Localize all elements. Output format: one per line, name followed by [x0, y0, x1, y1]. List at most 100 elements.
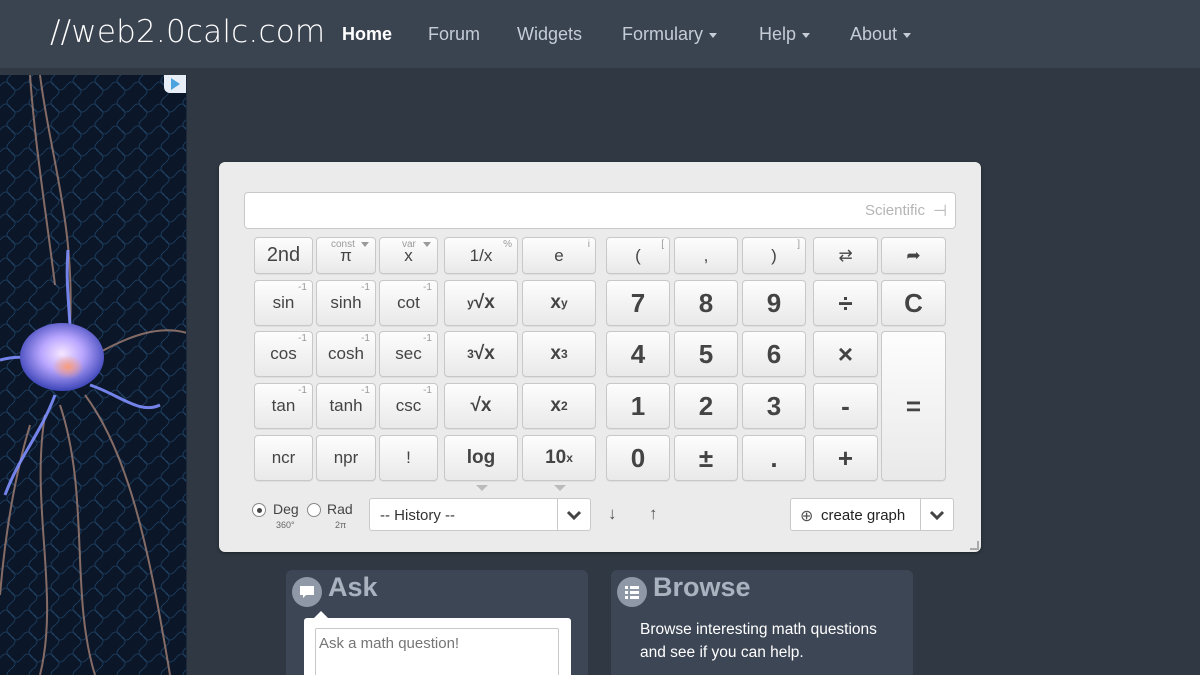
- sin-button[interactable]: -1 sin: [254, 280, 313, 326]
- log-button[interactable]: log: [444, 435, 518, 481]
- divide-button[interactable]: ÷: [813, 280, 878, 326]
- power-y-button[interactable]: xy: [522, 280, 596, 326]
- button-label: 9: [766, 287, 782, 318]
- button-label: 3: [766, 390, 782, 421]
- ten-power-button[interactable]: 10 x: [522, 435, 596, 481]
- nav-help[interactable]: Help: [759, 24, 811, 45]
- list-icon: [617, 577, 647, 607]
- chevron-down-icon: [802, 32, 811, 38]
- digit-2-button[interactable]: 2: [674, 383, 738, 429]
- exponent: 3: [560, 347, 568, 361]
- digit-3-button[interactable]: 3: [742, 383, 806, 429]
- ask-question-input[interactable]: [315, 628, 559, 675]
- bracket-hint: ]: [797, 239, 800, 250]
- rad-radio[interactable]: [307, 503, 321, 517]
- nav-home[interactable]: Home: [342, 24, 392, 45]
- sinh-button[interactable]: -1 sinh: [316, 280, 376, 326]
- history-down-arrow-icon[interactable]: ↓: [608, 504, 617, 524]
- plus-minus-button[interactable]: ±: [674, 435, 738, 481]
- close-paren-button[interactable]: ]): [742, 237, 806, 274]
- nav-about[interactable]: About: [850, 24, 912, 45]
- dropdown-arrow-icon: [361, 242, 369, 247]
- button-label: √x: [473, 343, 495, 364]
- button-label: ±: [698, 442, 714, 473]
- cot-button[interactable]: -1 cot: [379, 280, 438, 326]
- cube-root-button[interactable]: 3 √x: [444, 331, 518, 377]
- chevron-down-icon: [709, 32, 718, 38]
- add-button[interactable]: +: [813, 435, 878, 481]
- yth-root-button[interactable]: y √x: [444, 280, 518, 326]
- navbar: //web2.0calc.com Home Forum Widgets Form…: [0, 0, 1200, 68]
- nav-about-label: About: [850, 24, 898, 44]
- calculator-display[interactable]: Scientific ⊣: [244, 192, 956, 229]
- nav-formulary-label: Formulary: [622, 24, 704, 44]
- nav-formulary[interactable]: Formulary: [622, 24, 718, 45]
- bracket-hint: [: [661, 239, 664, 250]
- npr-button[interactable]: npr: [316, 435, 376, 481]
- digit-0-button[interactable]: 0: [606, 435, 670, 481]
- redo-arrow-icon: ➦: [906, 245, 921, 265]
- nav-forum[interactable]: Forum: [428, 24, 480, 45]
- button-label: tanh: [329, 396, 363, 415]
- digit-1-button[interactable]: 1: [606, 383, 670, 429]
- sec-button[interactable]: -1 sec: [379, 331, 438, 377]
- ad-choices-icon[interactable]: [164, 75, 186, 93]
- clear-button[interactable]: C: [881, 280, 946, 326]
- tan-button[interactable]: -1 tan: [254, 383, 313, 429]
- open-paren-button[interactable]: [(: [606, 237, 670, 274]
- cube-button[interactable]: x3: [522, 331, 596, 377]
- second-function-button[interactable]: 2nd: [254, 237, 313, 274]
- digit-5-button[interactable]: 5: [674, 331, 738, 377]
- create-graph-button[interactable]: ⊕ create graph: [790, 498, 954, 531]
- chevron-down-icon[interactable]: [920, 499, 953, 530]
- digit-8-button[interactable]: 8: [674, 280, 738, 326]
- digit-7-button[interactable]: 7: [606, 280, 670, 326]
- redo-button[interactable]: ➦: [881, 237, 946, 274]
- chevron-down-icon[interactable]: [557, 499, 590, 530]
- square-button[interactable]: x2: [522, 383, 596, 429]
- button-label: √x: [473, 292, 495, 313]
- equals-button[interactable]: =: [881, 331, 946, 481]
- deg-radio[interactable]: [252, 503, 266, 517]
- chevron-down-icon[interactable]: [476, 485, 488, 491]
- imaginary-hint: i: [587, 239, 590, 250]
- button-label: 2: [698, 390, 714, 421]
- reciprocal-button[interactable]: % 1/x: [444, 237, 518, 274]
- button-label: ncr: [271, 448, 296, 467]
- button-label: sin: [272, 293, 295, 312]
- inverse-hint: -1: [361, 333, 370, 344]
- swap-button[interactable]: ⇄: [813, 237, 878, 274]
- csc-button[interactable]: -1 csc: [379, 383, 438, 429]
- digit-4-button[interactable]: 4: [606, 331, 670, 377]
- button-label: 0: [630, 442, 646, 473]
- decimal-point-button[interactable]: .: [742, 435, 806, 481]
- const-hint: const: [331, 239, 355, 250]
- scientific-keypad-icon[interactable]: ⊣: [933, 201, 947, 221]
- button-label: ×: [837, 338, 854, 369]
- subtract-button[interactable]: -: [813, 383, 878, 429]
- history-up-arrow-icon[interactable]: ↑: [649, 504, 658, 524]
- cosh-button[interactable]: -1 cosh: [316, 331, 376, 377]
- site-brand[interactable]: //web2.0calc.com: [50, 14, 325, 50]
- advertisement-banner[interactable]: [0, 75, 187, 675]
- euler-button[interactable]: ie: [522, 237, 596, 274]
- square-root-button[interactable]: √x: [444, 383, 518, 429]
- pi-button[interactable]: const π: [316, 237, 376, 274]
- cos-button[interactable]: -1 cos: [254, 331, 313, 377]
- root-index: 3: [467, 347, 474, 361]
- ncr-button[interactable]: ncr: [254, 435, 313, 481]
- ask-input-container: [304, 618, 571, 675]
- factorial-button[interactable]: !: [379, 435, 438, 481]
- resize-handle-icon[interactable]: [970, 541, 979, 550]
- button-label: +: [837, 442, 854, 473]
- chevron-down-icon[interactable]: [554, 485, 566, 491]
- nav-widgets[interactable]: Widgets: [517, 24, 582, 45]
- history-select[interactable]: -- History --: [369, 498, 591, 531]
- digit-6-button[interactable]: 6: [742, 331, 806, 377]
- digit-9-button[interactable]: 9: [742, 280, 806, 326]
- tanh-button[interactable]: -1 tanh: [316, 383, 376, 429]
- ask-title: Ask: [328, 572, 378, 602]
- comma-button[interactable]: ,: [674, 237, 738, 274]
- multiply-button[interactable]: ×: [813, 331, 878, 377]
- variable-button[interactable]: var x: [379, 237, 438, 274]
